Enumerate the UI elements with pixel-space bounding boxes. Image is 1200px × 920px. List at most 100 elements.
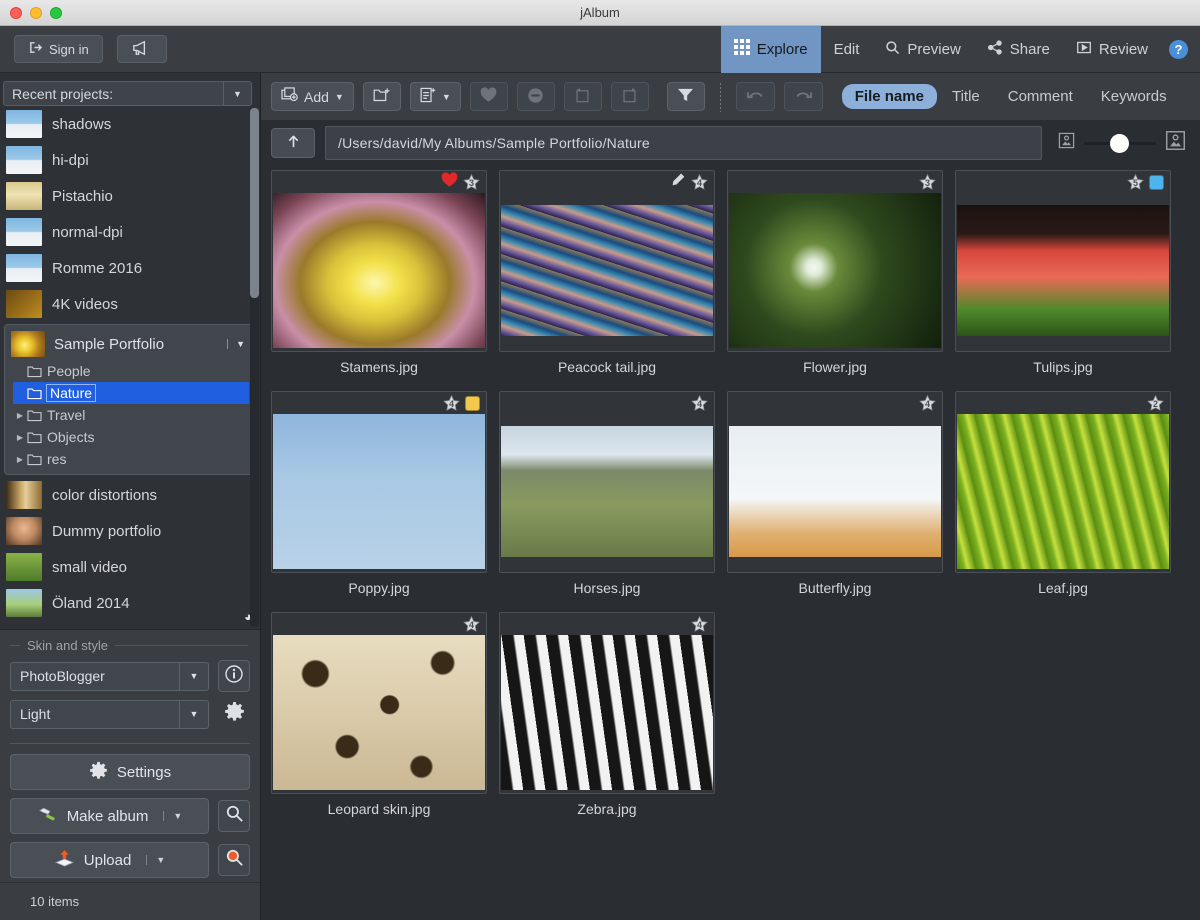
upload-button[interactable]: Upload ▼ <box>10 842 209 878</box>
tab-explore[interactable]: Explore <box>721 26 821 73</box>
tree-item-objects[interactable]: ▶Objects <box>5 426 253 448</box>
chevron-right-icon[interactable]: ▶ <box>13 455 27 464</box>
chevron-down-icon[interactable]: ▼ <box>146 855 165 865</box>
thumbnail-size-slider[interactable] <box>1084 142 1156 145</box>
tree-root-sample-portfolio[interactable]: Sample Portfolio ▼ <box>5 328 253 360</box>
chevron-down-icon[interactable]: ▼ <box>163 811 182 821</box>
rating-star-badge[interactable]: 5 <box>1127 174 1144 191</box>
filter-button[interactable] <box>667 82 705 111</box>
skin-select[interactable]: PhotoBlogger ▼ <box>10 662 209 691</box>
thumbnail-card[interactable]: 4 <box>271 391 487 573</box>
thumbnail-card[interactable]: 4 <box>499 391 715 573</box>
path-input[interactable]: /Users/david/My Albums/Sample Portfolio/… <box>325 126 1042 160</box>
undo-button[interactable] <box>736 82 775 111</box>
project-list-item[interactable]: normal-dpi <box>0 214 260 250</box>
thumbnail-card[interactable]: 3 <box>271 170 487 352</box>
small-thumb-icon[interactable] <box>1058 132 1075 154</box>
sort-mode-file-name[interactable]: File name <box>842 84 937 109</box>
project-list-item[interactable]: hi-dpi <box>0 142 260 178</box>
thumbnail-card[interactable]: 3 <box>727 170 943 352</box>
skin-info-button[interactable] <box>218 660 250 692</box>
sign-in-button[interactable]: Sign in <box>14 35 103 63</box>
thumbnail-cell[interactable]: 5Tulips.jpg <box>955 170 1171 375</box>
close-button[interactable] <box>10 7 22 19</box>
exclude-button[interactable] <box>517 82 555 111</box>
announcements-button[interactable] <box>117 35 167 63</box>
project-list-scrollbar[interactable] <box>250 108 259 627</box>
thumbnail-cell[interactable]: 3Stamens.jpg <box>271 170 487 375</box>
style-select[interactable]: Light ▼ <box>10 700 209 729</box>
thumbnail-grid-container[interactable]: 3Stamens.jpg4Peacock tail.jpg3Flower.jpg… <box>261 166 1200 920</box>
color-label-badge[interactable] <box>465 396 480 411</box>
thumbnail-card[interactable]: 2 <box>955 391 1171 573</box>
scrollbar-thumb[interactable] <box>250 108 259 298</box>
edited-pencil-icon[interactable] <box>670 172 686 192</box>
style-settings-button[interactable] <box>218 698 250 730</box>
chevron-right-icon[interactable]: ▶ <box>13 411 27 420</box>
tab-share[interactable]: Share <box>974 26 1063 73</box>
project-list-item[interactable]: color distortions <box>0 477 260 513</box>
settings-button[interactable]: Settings <box>10 754 250 790</box>
tree-item-res[interactable]: ▶res <box>5 448 253 470</box>
recent-projects-dropdown[interactable]: Recent projects: ▼ <box>3 81 252 106</box>
thumbnail-cell[interactable]: 2Leaf.jpg <box>955 391 1171 596</box>
chevron-down-icon[interactable]: ▼ <box>227 339 245 349</box>
toolbar-grip[interactable] <box>719 82 722 112</box>
browse-online-album-button[interactable] <box>218 844 250 876</box>
thumbnail-card[interactable]: 4 <box>727 391 943 573</box>
project-list-item[interactable]: Öland 2014 <box>0 585 260 621</box>
chevron-right-icon[interactable]: ▶ <box>13 433 27 442</box>
minimize-button[interactable] <box>30 7 42 19</box>
rating-star-badge[interactable]: 3 <box>463 174 480 191</box>
new-folder-button[interactable] <box>363 82 401 111</box>
thumbnail-cell[interactable]: 4Poppy.jpg <box>271 391 487 596</box>
rating-star-badge[interactable]: 4 <box>463 616 480 633</box>
rotate-right-button[interactable] <box>611 82 649 111</box>
add-button[interactable]: Add ▼ <box>271 82 354 111</box>
tree-item-nature[interactable]: Nature <box>13 382 249 404</box>
heart-icon[interactable] <box>441 172 458 193</box>
rating-star-badge[interactable]: 4 <box>691 395 708 412</box>
thumbnail-card[interactable]: 5 <box>955 170 1171 352</box>
tab-preview[interactable]: Preview <box>872 26 973 73</box>
browse-local-album-button[interactable] <box>218 800 250 832</box>
thumbnail-cell[interactable]: 4Zebra.jpg <box>499 612 715 817</box>
tab-edit[interactable]: Edit <box>821 26 873 73</box>
thumbnail-cell[interactable]: 4Leopard skin.jpg <box>271 612 487 817</box>
thumbnail-card[interactable]: 4 <box>271 612 487 794</box>
new-page-button[interactable]: ▼ <box>410 82 461 111</box>
project-list-item[interactable]: small video <box>0 549 260 585</box>
rating-star-badge[interactable]: 4 <box>443 395 460 412</box>
rating-star-badge[interactable]: 4 <box>919 395 936 412</box>
thumbnail-cell[interactable]: 4Horses.jpg <box>499 391 715 596</box>
help-button[interactable]: ? <box>1169 40 1188 59</box>
thumbnail-card[interactable]: 4 <box>499 612 715 794</box>
tree-item-people[interactable]: People <box>5 360 253 382</box>
thumbnail-cell[interactable]: 4Butterfly.jpg <box>727 391 943 596</box>
project-list-item[interactable]: Romme 2016 <box>0 250 260 286</box>
project-list-item[interactable]: 4K videos <box>0 286 260 322</box>
project-list-item[interactable]: Pistachio <box>0 178 260 214</box>
thumbnail-cell[interactable]: 3Flower.jpg <box>727 170 943 375</box>
project-list-item[interactable]: shadows <box>0 106 260 142</box>
mark-favorite-button[interactable] <box>470 82 508 111</box>
rating-star-badge[interactable]: 4 <box>691 616 708 633</box>
rating-star-badge[interactable]: 2 <box>1147 395 1164 412</box>
maximize-button[interactable] <box>50 7 62 19</box>
thumbnail-card[interactable]: 4 <box>499 170 715 352</box>
make-album-button[interactable]: Make album ▼ <box>10 798 209 834</box>
thumbnail-cell[interactable]: 4Peacock tail.jpg <box>499 170 715 375</box>
rating-star-badge[interactable]: 3 <box>919 174 936 191</box>
sort-mode-comment[interactable]: Comment <box>995 84 1086 109</box>
project-list[interactable]: shadowshi-dpiPistachionormal-dpiRomme 20… <box>0 106 260 629</box>
sort-mode-title[interactable]: Title <box>939 84 993 109</box>
sort-mode-keywords[interactable]: Keywords <box>1088 84 1180 109</box>
color-label-badge[interactable] <box>1149 175 1164 190</box>
rating-star-badge[interactable]: 4 <box>691 174 708 191</box>
tree-item-travel[interactable]: ▶Travel <box>5 404 253 426</box>
rotate-left-button[interactable] <box>564 82 602 111</box>
large-thumb-icon[interactable] <box>1165 130 1186 156</box>
slider-handle[interactable] <box>1110 134 1129 153</box>
navigate-up-button[interactable] <box>271 128 315 158</box>
tab-review[interactable]: Review <box>1063 26 1161 73</box>
